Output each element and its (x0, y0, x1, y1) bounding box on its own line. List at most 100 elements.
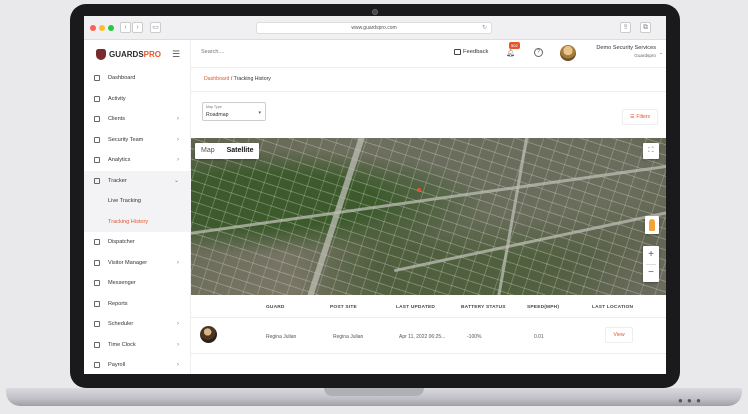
map-type-value: Roadmap (206, 112, 229, 118)
pegman-icon (649, 219, 655, 231)
org-info[interactable]: Demo Security Services Guardspro (582, 45, 656, 58)
chevron-down-icon[interactable]: ⌄ (659, 50, 663, 56)
sidebar-item-label: Reports (108, 300, 128, 307)
sidebar-item-time-clock[interactable]: Time Clock › (84, 335, 191, 356)
sidebar-item-messenger[interactable]: Messenger (84, 273, 191, 294)
sidebar-item-label: Security Team (108, 136, 144, 143)
zoom-in-button[interactable]: + (643, 246, 659, 264)
org-name: Demo Security Services (596, 45, 656, 51)
feedback-icon (454, 49, 461, 55)
sidebar-item-visitor-manager[interactable]: Visitor Manager › (84, 253, 191, 274)
sidebar-item-label: Dashboard (108, 75, 136, 82)
reports-icon (94, 300, 100, 307)
chevron-right-icon: › (177, 362, 179, 369)
sidebar-toggle-icon[interactable]: ▭ (150, 22, 161, 33)
clock-icon (94, 341, 100, 348)
maximize-dot[interactable] (108, 25, 114, 31)
notification-badge: 502 (509, 42, 520, 49)
breadcrumb-dashboard[interactable]: Dashboard (204, 76, 229, 82)
analytics-icon (94, 157, 100, 164)
chevron-right-icon: › (177, 321, 179, 328)
sidebar-subitem-live-tracking[interactable]: Live Tracking (84, 191, 191, 212)
col-post-site: POST SITE (330, 305, 357, 310)
url-text: www.guardspro.com (351, 25, 397, 31)
minimize-dot[interactable] (99, 25, 105, 31)
sidebar-item-scheduler[interactable]: Scheduler › (84, 314, 191, 335)
laptop-notch (324, 388, 424, 396)
col-speed: SPEED(MPH) (527, 305, 560, 310)
sidebar-nav: Dashboard Activity Clients › Security Team › A… (84, 68, 191, 374)
search-input[interactable] (201, 49, 321, 55)
cell-post-site: Regina Julian (333, 334, 364, 340)
divider (191, 91, 666, 92)
breadcrumb: Dashboard / Tracking History (204, 76, 271, 82)
chevron-right-icon: › (177, 116, 179, 123)
map-road (495, 138, 530, 295)
avatar (200, 326, 217, 343)
col-last-location: LAST LOCATION (592, 305, 634, 310)
sidebar-item-label: Messenger (108, 280, 136, 287)
forward-icon[interactable]: › (132, 22, 143, 33)
cell-last-updated: Apr 11, 2022 06:25... (399, 334, 446, 340)
sidebar-subitem-tracking-history[interactable]: Tracking History (84, 211, 191, 232)
view-button[interactable]: View (605, 327, 633, 343)
sidebar-item-payroll[interactable]: Payroll › (84, 355, 191, 374)
map-type-select[interactable]: Map Type Roadmap ▾ (202, 102, 266, 121)
fullscreen-icon[interactable]: ⛶ (643, 143, 659, 159)
indicator-lights: ● ● ● (678, 396, 702, 405)
chevron-right-icon: › (177, 341, 179, 348)
sidebar-item-activity[interactable]: Activity (84, 89, 191, 110)
breadcrumb-current: Tracking History (233, 76, 271, 82)
chevron-right-icon: › (177, 259, 179, 266)
zoom-out-button[interactable]: − (643, 264, 659, 282)
col-last-updated: LAST UPDATED (396, 305, 436, 310)
map-type-toggle: Map Satellite (195, 143, 260, 159)
dispatcher-icon (94, 239, 100, 246)
chevron-right-icon: › (177, 157, 179, 164)
close-dot[interactable] (90, 25, 96, 31)
brand-logo[interactable]: GUARDSPRO (96, 46, 161, 62)
filters-button[interactable]: ☰ Filters (622, 109, 658, 125)
sidebar-item-security-team[interactable]: Security Team › (84, 130, 191, 151)
sidebar-item-label: Clients (108, 116, 126, 123)
sidebar-item-tracker[interactable]: Tracker ⌄ (84, 170, 191, 191)
feedback-label: Feedback (463, 49, 489, 55)
sidebar: GUARDSPRO ☰ Dashboard Activity Clients › Sec… (84, 40, 191, 374)
help-icon[interactable]: ? (534, 48, 543, 57)
chevron-down-icon: ⌄ (173, 178, 179, 185)
sidebar-item-reports[interactable]: Reports (84, 294, 191, 315)
cell-guard: Regina Julian (266, 334, 297, 340)
zoom-separator (646, 264, 656, 265)
sidebar-item-dashboard[interactable]: Dashboard (84, 68, 191, 89)
location-pin-icon[interactable] (417, 188, 421, 192)
share-icon[interactable]: ⇪ (620, 22, 631, 33)
hamburger-menu-icon[interactable]: ☰ (172, 49, 180, 60)
shield-logo-icon (96, 48, 106, 60)
reload-icon[interactable]: ↻ (482, 23, 487, 34)
col-guard: GUARD (266, 305, 285, 310)
sidebar-item-label: Analytics (108, 157, 131, 164)
map-toggle-satellite[interactable]: Satellite (221, 143, 260, 159)
dashboard-icon (94, 75, 100, 82)
map-road (393, 206, 666, 273)
tabs-icon[interactable]: ⧉ (640, 22, 651, 33)
feedback-button[interactable]: Feedback (454, 49, 488, 55)
satellite-map[interactable]: Map Satellite ⛶ + − (191, 138, 666, 295)
sidebar-item-analytics[interactable]: Analytics › (84, 150, 191, 171)
sidebar-item-clients[interactable]: Clients › (84, 109, 191, 130)
back-icon[interactable]: ‹ (120, 22, 131, 33)
caret-down-icon: ▾ (258, 110, 261, 116)
street-view-button[interactable] (645, 216, 659, 234)
sidebar-item-label: Time Clock (108, 341, 136, 348)
sidebar-item-dispatcher[interactable]: Dispatcher (84, 232, 191, 253)
col-battery-status: BATTERY STATUS (461, 305, 506, 310)
clients-icon (94, 116, 100, 123)
payroll-icon (94, 362, 100, 369)
address-bar[interactable]: www.guardspro.com ↻ (256, 22, 492, 34)
org-sub: Guardspro (634, 53, 656, 58)
brand-name: GUARDSPRO (109, 49, 162, 59)
bell-icon[interactable]: 🔔︎ (506, 49, 515, 57)
map-toggle-map[interactable]: Map (195, 143, 221, 159)
topbar: Feedback 🔔︎ 502 ? Demo Security Services… (191, 40, 666, 68)
avatar[interactable] (560, 45, 576, 61)
